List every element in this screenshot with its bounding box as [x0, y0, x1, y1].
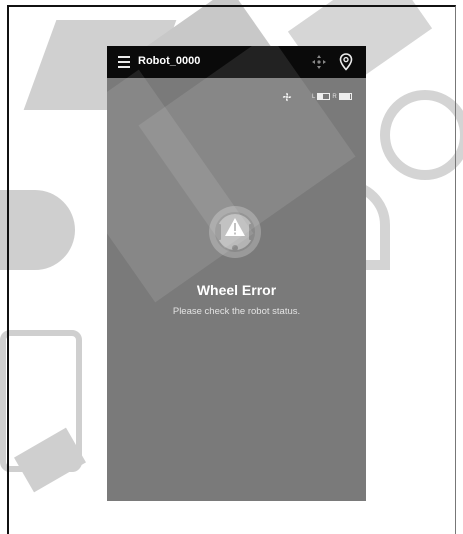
robot-alert-icon [209, 206, 261, 258]
location-pin-icon[interactable] [339, 53, 353, 71]
right-battery-icon [338, 93, 352, 100]
right-battery-label: R [332, 93, 337, 100]
hamburger-menu-icon[interactable] [118, 56, 130, 68]
move-arrows-icon[interactable] [311, 54, 327, 70]
left-battery-icon [317, 93, 331, 100]
left-battery-label: L [312, 93, 316, 100]
fan-icon [282, 92, 292, 102]
watermark-overlay [107, 69, 254, 303]
phone-screen: Robot_0000 L R Wheel Error Please check … [107, 46, 366, 501]
error-title: Wheel Error [196, 282, 277, 298]
error-message: Please check the robot status. [172, 306, 301, 317]
battery-status: L R [312, 93, 352, 100]
robot-name: Robot_0000 [138, 55, 201, 67]
app-header: Robot_0000 [107, 46, 366, 78]
